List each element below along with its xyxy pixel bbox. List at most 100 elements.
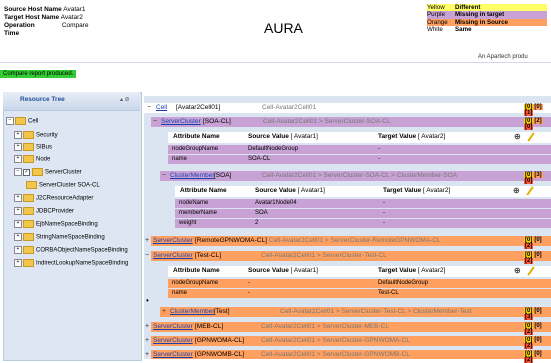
- collapse-icon[interactable]: −: [145, 252, 149, 259]
- tree-item-security[interactable]: + Security: [14, 131, 58, 139]
- tree-item-ejb[interactable]: + EjbNameSpaceBinding: [14, 220, 98, 228]
- servercluster-badges: [0] [2][0]: [524, 118, 543, 130]
- expand-icon[interactable]: +: [145, 323, 149, 330]
- folder-icon: [23, 233, 34, 241]
- servercluster-link[interactable]: ServerCluster: [153, 337, 193, 344]
- expand-icon: +: [14, 233, 22, 241]
- expand-icon[interactable]: +: [145, 351, 149, 358]
- servercluster-link[interactable]: ServerCluster: [153, 351, 193, 358]
- expand-icon[interactable]: +: [145, 337, 149, 344]
- folder-icon: [23, 259, 34, 267]
- cell-badges: [0] [0][1]: [524, 104, 543, 116]
- servercluster-badges: [0] [0][2]: [524, 323, 543, 335]
- tree-item-cell[interactable]: − Cell: [6, 117, 38, 125]
- servercluster-link[interactable]: ServerCluster: [153, 323, 193, 330]
- clustermember-path: Cell-Avatar2Cell01 > ServerCluster-Test-…: [280, 308, 472, 315]
- collapse-icon[interactable]: −: [147, 104, 151, 111]
- servercluster-label: [MEB-CL]: [195, 323, 224, 330]
- folder-icon: [23, 246, 34, 254]
- folder-icon: [15, 117, 26, 125]
- servercluster-path: Cell-Avatar2Cell01 > ServerCluster-MEB-C…: [261, 323, 389, 330]
- tree-controls[interactable]: ▴ ⊘: [120, 96, 130, 103]
- tree-item-j2c[interactable]: + J2CResourceAdapter: [14, 194, 93, 202]
- servercluster-badges: [0] [0][2]: [524, 237, 543, 249]
- clustermember-link[interactable]: ClusterMember: [170, 308, 214, 315]
- servercluster-label: [Test-CL]: [195, 252, 222, 259]
- collapse-icon[interactable]: −: [162, 172, 166, 179]
- edit-icon[interactable]: [527, 132, 535, 142]
- clustermember-label: [Test]: [214, 308, 230, 315]
- expand-icon: +: [14, 155, 22, 163]
- edit-icon[interactable]: [527, 266, 535, 276]
- servercluster-soa-row: − ServerCluster [SOA-CL] Cell-Avatar2Cel…: [151, 117, 551, 130]
- servercluster-label: [GPNWOMA-CL]: [195, 337, 245, 344]
- folder-icon: [32, 168, 43, 176]
- servercluster-link[interactable]: ServerCluster: [153, 252, 193, 259]
- servercluster-gpnwomb-row: + ServerCluster [GPNWOMB-CL] Cell-Avatar…: [145, 350, 551, 363]
- cell-path: Cell-Avatar2Cell01: [262, 104, 317, 111]
- cell-link[interactable]: Cell: [156, 104, 167, 111]
- col-attribute-name: Attribute Name: [180, 187, 227, 194]
- legend-purple: Purple Missing in target: [427, 11, 547, 19]
- byline: An Apartech produ: [478, 54, 528, 60]
- cell-row: − Cell [Avatar2Cell01] Cell-Avatar2Cell0…: [144, 103, 551, 116]
- tree-item-corba[interactable]: + CORBAObjectNameSpaceBinding: [14, 246, 128, 254]
- add-icon[interactable]: ⊕: [514, 266, 521, 275]
- servercluster-gpnwoma-row: + ServerCluster [GPNWOMA-CL] Cell-Avatar…: [145, 336, 551, 349]
- servercluster-label: [RemoteGPNWOMA-CL]: [195, 237, 267, 244]
- folder-icon: [23, 220, 34, 228]
- table-row: weight 2 -: [175, 219, 551, 228]
- expand-icon[interactable]: +: [145, 237, 149, 244]
- legend-white: White Same: [427, 26, 547, 34]
- target-host-label: Target Host Name: [4, 14, 60, 21]
- table-row: name - Test-CL: [168, 289, 551, 298]
- servercluster-label: [SOA-CL]: [203, 118, 231, 125]
- clustermember-badges: [0] [0][3]: [524, 308, 543, 320]
- tree-item-servercluster-soa[interactable]: ServerCluster SOA-CL: [26, 181, 100, 189]
- folder-icon: [23, 131, 34, 139]
- tree-item-sibus[interactable]: + SIBus: [14, 143, 52, 151]
- legend-orange: Orange Missing in Source: [427, 18, 547, 27]
- collapse-icon: −: [14, 168, 22, 176]
- cell-label: [Avatar2Cell01]: [176, 104, 221, 111]
- collapse-icon: −: [6, 117, 14, 125]
- target-host-value: Avatar2: [60, 14, 83, 21]
- table3-header: Attribute Name Source Value [ Avatar1] T…: [168, 266, 551, 277]
- tree-item-jdbc[interactable]: + JDBCProvider: [14, 207, 74, 215]
- tree-item-string[interactable]: + StringNameSpaceBinding: [14, 233, 105, 241]
- source-host-label: Source Host Name: [4, 6, 62, 13]
- col-attribute-name: Attribute Name: [173, 133, 220, 140]
- tree-item-node[interactable]: + Node: [14, 155, 50, 163]
- servercluster-meb-row: + ServerCluster [MEB-CL] Cell-Avatar2Cel…: [145, 322, 551, 335]
- table-row: name SOA-CL -: [168, 155, 551, 164]
- app-title: AURA: [264, 20, 303, 36]
- expand-icon: +: [14, 220, 22, 228]
- bullet-icon: •: [146, 296, 149, 305]
- tree-item-indirect[interactable]: + IndirectLookupNameSpaceBinding: [14, 259, 128, 267]
- header-divider: [0, 62, 551, 63]
- operation-value: Compare: [61, 22, 89, 29]
- expand-icon: +: [14, 194, 22, 202]
- table1-header: Attribute Name Source Value [ Avatar1] T…: [168, 132, 551, 143]
- col-source-value: Source Value [ Avatar1]: [248, 133, 318, 140]
- source-host-value: Avatar1: [63, 6, 86, 13]
- servercluster-link[interactable]: ServerCluster: [161, 118, 201, 125]
- add-icon[interactable]: ⊕: [514, 132, 521, 141]
- expand-icon: +: [14, 259, 22, 267]
- servercluster-path: Cell-Avatar2Cell01 > ServerCluster-Test-…: [261, 252, 387, 259]
- servercluster-path: Cell-Avatar2Cell01 > ServerCluster-Remot…: [269, 237, 441, 244]
- edit-icon[interactable]: [526, 186, 534, 196]
- collapse-icon[interactable]: −: [153, 118, 157, 125]
- resource-tree-title: Resource Tree: [20, 96, 65, 103]
- add-icon[interactable]: ⊕: [513, 186, 520, 195]
- servercluster-badges: [0] [0][2]: [524, 351, 543, 363]
- table-row: nodeName Avatar1Node04 -: [175, 199, 551, 208]
- expand-icon[interactable]: +: [162, 308, 166, 315]
- col-target-value: Target Value [ Avatar2]: [383, 187, 451, 194]
- clustermember-badges: [0] [3][0]: [524, 172, 543, 184]
- servercluster-link[interactable]: ServerCluster: [153, 237, 193, 244]
- clustermember-link[interactable]: ClusterMember: [170, 172, 214, 179]
- folder-icon: [23, 194, 34, 202]
- tree-item-servercluster[interactable]: − ✓ ServerCluster: [14, 168, 82, 176]
- col-source-value: Source Value [ Avatar1]: [248, 267, 318, 274]
